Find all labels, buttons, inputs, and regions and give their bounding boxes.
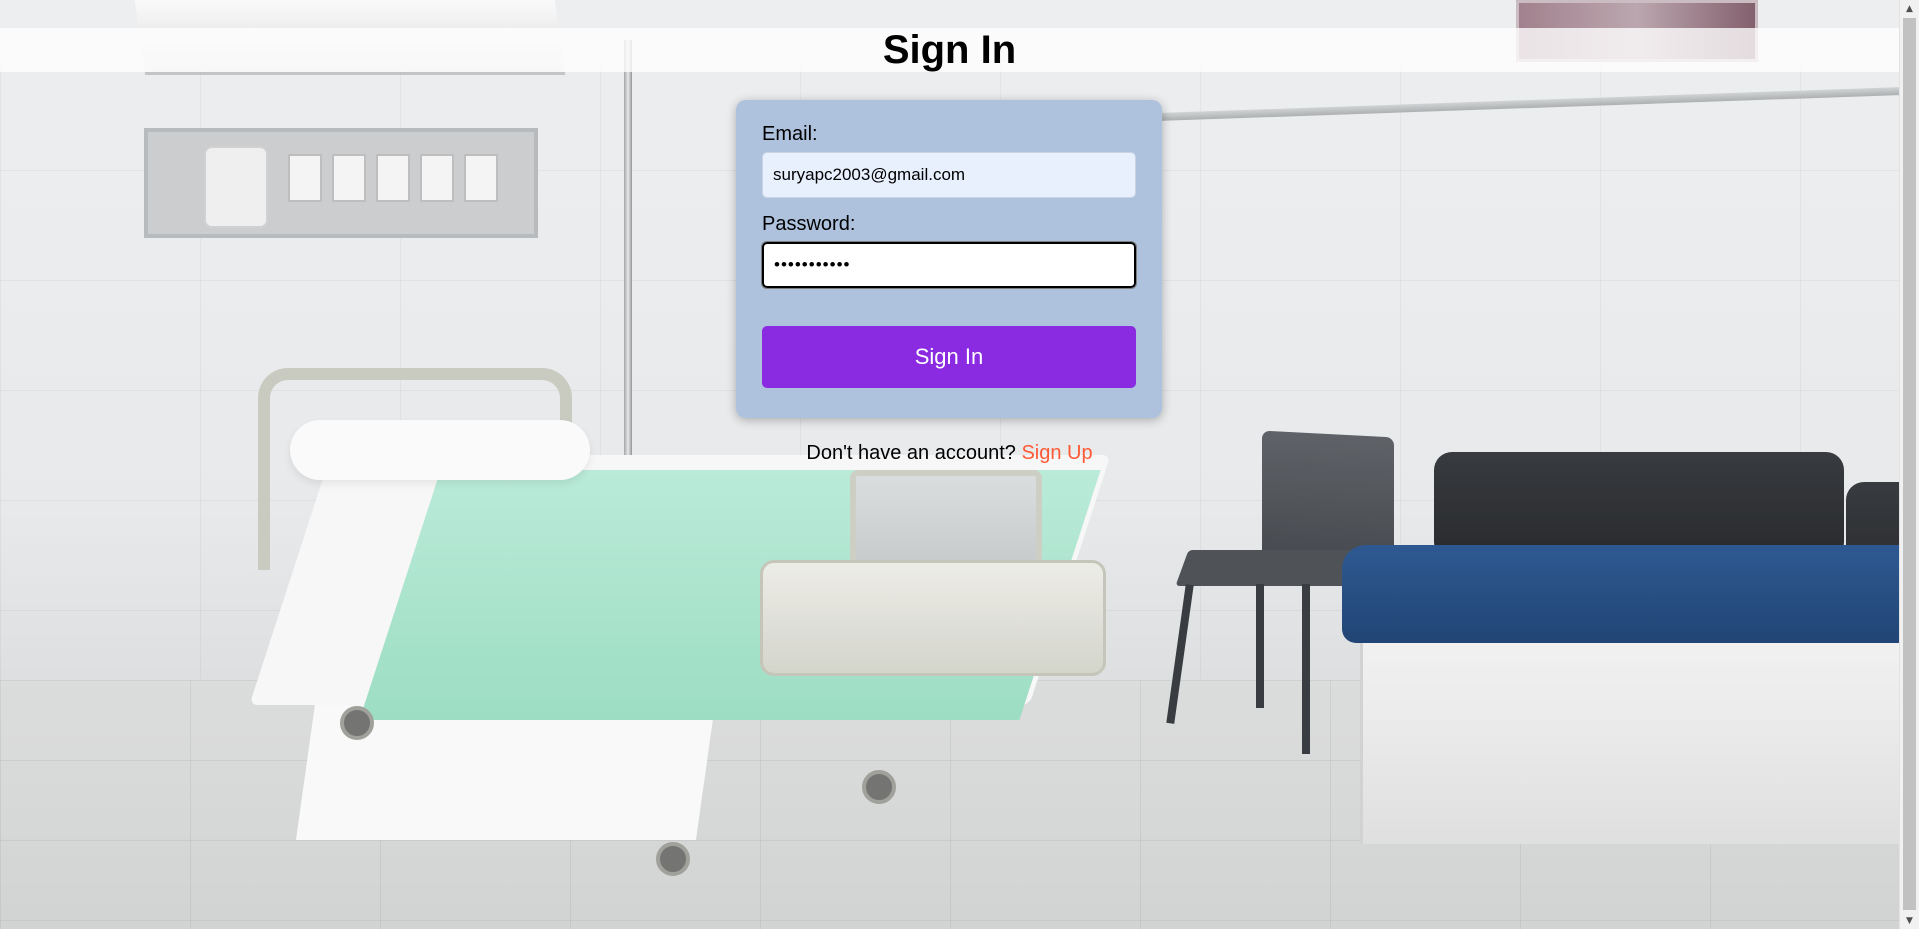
scroll-up-icon[interactable]: ▲ <box>1900 0 1919 17</box>
page-header: Sign In <box>0 28 1899 72</box>
signup-prompt-text: Don't have an account? <box>806 442 1016 464</box>
page-title: Sign In <box>882 27 1017 72</box>
password-label: Password: <box>762 213 856 235</box>
signin-form: Email: Password: Sign In <box>736 100 1162 418</box>
scroll-down-icon[interactable]: ▼ <box>1900 912 1919 929</box>
signup-link[interactable]: Sign Up <box>1021 442 1092 464</box>
scrollbar-thumb[interactable] <box>1903 18 1916 910</box>
password-input[interactable] <box>761 241 1137 289</box>
vertical-scrollbar[interactable]: ▲ ▼ <box>1899 0 1919 929</box>
email-input[interactable] <box>762 152 1136 198</box>
signin-button[interactable]: Sign In <box>762 326 1136 388</box>
signup-prompt: Don't have an account? Sign Up <box>0 442 1899 465</box>
email-label: Email: <box>762 123 818 145</box>
page-viewport: Sign In Email: Password: Sign In Don't h… <box>0 0 1899 929</box>
